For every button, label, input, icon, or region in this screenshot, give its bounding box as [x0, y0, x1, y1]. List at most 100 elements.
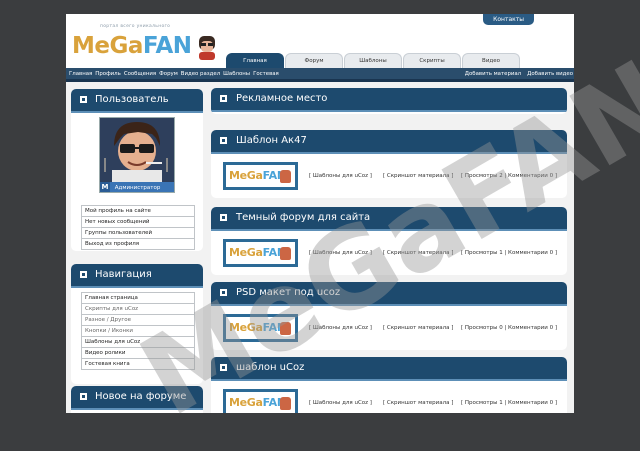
post-screenshot-link[interactable]: [ Скриншот материала ] — [383, 325, 453, 331]
navigation-block: Навигация Главная страница Скрипты для u… — [71, 264, 203, 384]
ad-block-title: Рекламное место — [236, 93, 328, 104]
thumb-logo-me: MeGa — [229, 396, 263, 409]
avatar-role-bar: M Администратор — [100, 182, 174, 192]
top-navbar: Главная Профиль Сообщения Форум Видео ра… — [66, 68, 574, 79]
nav-link-add-material[interactable]: Добавить материал — [465, 71, 521, 77]
nav-link-video[interactable]: Видео раздел — [181, 71, 220, 77]
nav-item-home[interactable]: Главная страница — [81, 292, 195, 304]
nav-item-video[interactable]: Видео ролики — [81, 348, 195, 359]
nav-link-templates[interactable]: Шаблоны — [223, 71, 250, 77]
main-tabs: Главная Форум Шаблоны Скрипты Видео — [226, 53, 521, 68]
tab-scripts[interactable]: Скрипты — [403, 53, 461, 68]
post-thumbnail[interactable]: MeGaFAN — [223, 389, 298, 413]
nav-link-guestbook[interactable]: Гостевая — [253, 71, 279, 77]
mascot-icon — [280, 170, 291, 183]
nav-link-messages[interactable]: Сообщения — [124, 71, 156, 77]
nav-link-profile[interactable]: Профиль — [95, 71, 121, 77]
navigation-block-header: Навигация — [71, 264, 203, 288]
block-square-icon — [80, 393, 87, 400]
forum-block: Новое на форуме — [71, 386, 203, 413]
block-square-icon — [220, 214, 227, 221]
site-logo[interactable]: портал всего уникального MeGaFAN — [72, 24, 222, 64]
thumb-logo: MeGaFAN — [229, 169, 286, 182]
forum-block-header: Новое на форуме — [71, 386, 203, 410]
mascot-icon — [199, 36, 215, 60]
tab-video[interactable]: Видео — [462, 53, 520, 68]
menu-item-my-profile[interactable]: Мой профиль на сайте — [81, 205, 195, 217]
post-stats: [ Просмотры 0 | Комментарии 0 ] — [461, 325, 557, 331]
ad-block: Рекламное место — [211, 88, 567, 114]
nav-item-misc[interactable]: Разное / Другое — [81, 315, 195, 326]
mascot-icon — [280, 397, 291, 410]
post-title[interactable]: Шаблон Ак47 — [236, 135, 307, 146]
site-header: Контакты портал всего уникального MeGaFA… — [66, 14, 574, 68]
post-title[interactable]: Темный форум для сайта — [236, 212, 370, 223]
post-stats: [ Просмотры 1 | Комментарии 0 ] — [461, 250, 557, 256]
block-square-icon — [220, 364, 227, 371]
nav-link-add-video[interactable]: Добавить видео — [527, 71, 573, 77]
nav-item-templates[interactable]: Шаблоны для uCoz — [81, 337, 195, 348]
post-thumbnail[interactable]: MeGaFAN — [223, 239, 298, 267]
thumb-logo: MeGaFAN — [229, 246, 286, 259]
thumb-logo-me: MeGa — [229, 169, 263, 182]
menu-item-logout[interactable]: Выход из профиля — [81, 239, 195, 250]
user-block-title: Пользователь — [95, 94, 169, 105]
post-card: Темный форум для сайта MeGaFAN [ Шаблоны… — [211, 207, 567, 275]
navbar-right: Добавить материал Добавить видео — [460, 71, 574, 77]
post-header[interactable]: Темный форум для сайта — [211, 207, 567, 231]
post-category-link[interactable]: [ Шаблоны для uCoz ] — [309, 400, 372, 406]
mascot-icon — [280, 247, 291, 260]
thumb-logo: MeGaFAN — [229, 321, 286, 334]
avatar[interactable]: M Администратор — [99, 117, 175, 193]
post-category-link[interactable]: [ Шаблоны для uCoz ] — [309, 250, 372, 256]
post-category-link[interactable]: [ Шаблоны для uCoz ] — [309, 325, 372, 331]
role-label: Администратор — [114, 185, 161, 191]
thumb-logo-me: MeGa — [229, 321, 263, 334]
thumb-logo: MeGaFAN — [229, 396, 286, 409]
menu-item-user-groups[interactable]: Группы пользователей — [81, 228, 195, 239]
post-stats: [ Просмотры 1 | Комментарии 0 ] — [461, 400, 557, 406]
post-header[interactable]: PSD макет под ucoz — [211, 282, 567, 306]
post-screenshot-link[interactable]: [ Скриншот материала ] — [383, 250, 453, 256]
post-title[interactable]: PSD макет под ucoz — [236, 287, 340, 298]
thumb-logo-me: MeGa — [229, 246, 263, 259]
block-square-icon — [80, 271, 87, 278]
post-category-link[interactable]: [ Шаблоны для uCoz ] — [309, 173, 372, 179]
contacts-button[interactable]: Контакты — [483, 14, 534, 25]
navigation-block-title: Навигация — [95, 269, 152, 280]
post-screenshot-link[interactable]: [ Скриншот материала ] — [383, 400, 453, 406]
nav-link-forum[interactable]: Форум — [159, 71, 178, 77]
post-card: PSD макет под ucoz MeGaFAN [ Шаблоны для… — [211, 282, 567, 350]
block-square-icon — [220, 95, 227, 102]
logo-text: MeGaFAN — [72, 33, 192, 59]
user-block: Пользователь M Администратор Мой профиль… — [71, 89, 203, 251]
tab-home[interactable]: Главная — [226, 53, 284, 68]
post-card: шаблон uCoz MeGaFAN [ Шаблоны для uCoz ]… — [211, 357, 567, 413]
post-stats: [ Просмотры 2 | Комментарии 0 ] — [461, 173, 557, 179]
nav-link-home[interactable]: Главная — [69, 71, 92, 77]
logo-me: MeGa — [72, 33, 143, 59]
user-menu: Мой профиль на сайте Нет новых сообщений… — [81, 205, 195, 250]
post-header[interactable]: шаблон uCoz — [211, 357, 567, 381]
post-header[interactable]: Шаблон Ак47 — [211, 130, 567, 154]
post-thumbnail[interactable]: MeGaFAN — [223, 314, 298, 342]
nav-item-scripts[interactable]: Скрипты для uCoz — [81, 304, 195, 315]
post-thumbnail[interactable]: MeGaFAN — [223, 162, 298, 190]
block-square-icon — [80, 96, 87, 103]
logo-slogan: портал всего уникального — [100, 24, 171, 29]
nav-item-buttons-icons[interactable]: Кнопки / Иконки — [81, 326, 195, 337]
block-square-icon — [220, 137, 227, 144]
navbar-divider — [66, 79, 574, 82]
tab-forum[interactable]: Форум — [285, 53, 343, 68]
post-title[interactable]: шаблон uCoz — [236, 362, 304, 373]
menu-item-messages[interactable]: Нет новых сообщений — [81, 217, 195, 228]
nav-item-guestbook[interactable]: Гостевая книга — [81, 359, 195, 370]
page: Контакты портал всего уникального MeGaFA… — [66, 14, 574, 413]
block-square-icon — [220, 289, 227, 296]
logo-fan: FAN — [142, 33, 192, 59]
forum-block-title: Новое на форуме — [95, 391, 187, 402]
role-letter: M — [100, 182, 110, 192]
post-card: Шаблон Ак47 MeGaFAN [ Шаблоны для uCoz ]… — [211, 130, 567, 198]
post-screenshot-link[interactable]: [ Скриншот материала ] — [383, 173, 453, 179]
tab-templates[interactable]: Шаблоны — [344, 53, 402, 68]
